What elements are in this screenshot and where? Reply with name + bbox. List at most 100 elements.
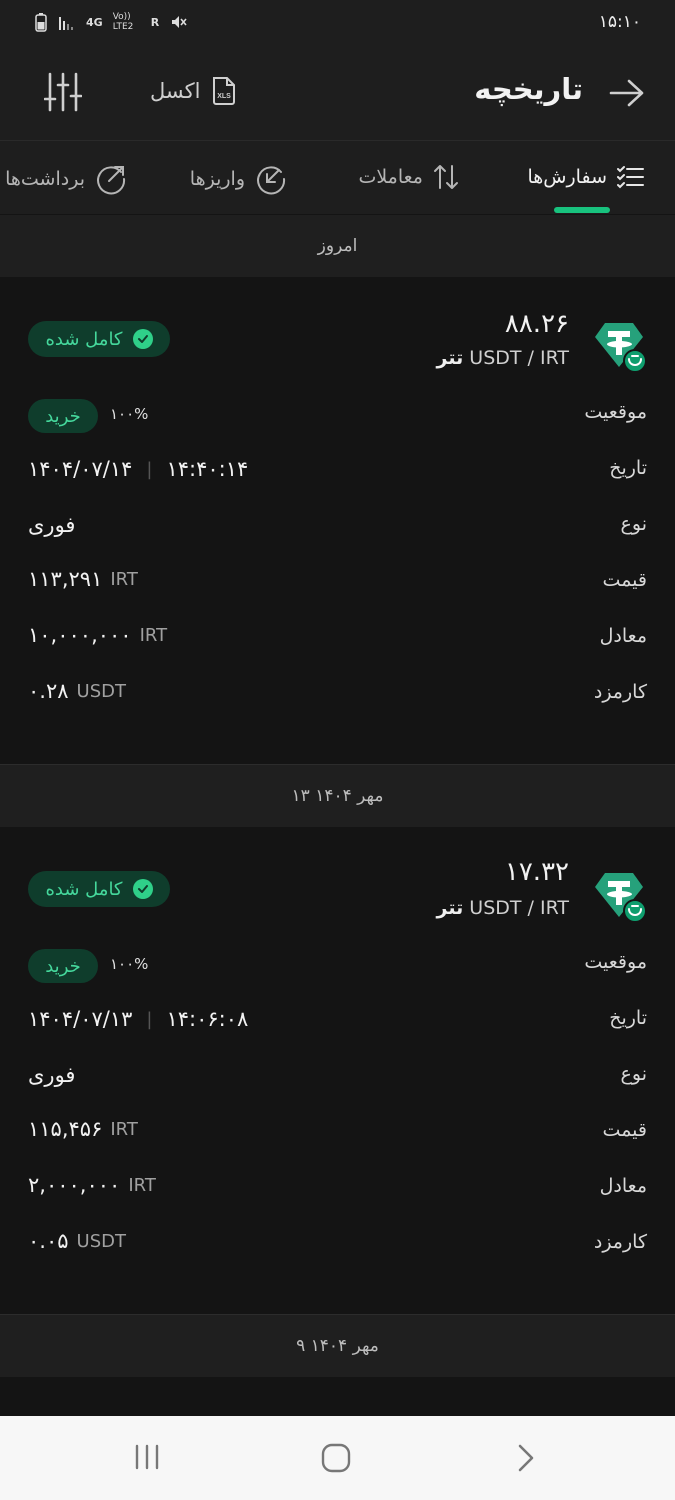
- separator: |: [146, 458, 153, 480]
- status-label: کامل شده: [45, 878, 123, 900]
- excel-label: اکسل: [150, 79, 201, 103]
- status-badge: کامل شده: [28, 871, 170, 907]
- equivalent-label: معادل: [599, 1175, 647, 1197]
- price-value: ۱۱۳,۲۹۱: [28, 567, 103, 591]
- order-fee: ۰.۲۸ USDT: [28, 679, 126, 703]
- tab-orders[interactable]: سفارش‌ها: [528, 163, 646, 191]
- price-unit: IRT: [110, 568, 138, 590]
- order-type: فوری: [28, 1063, 76, 1087]
- xls-file-icon: XLS: [213, 77, 236, 105]
- tab-withdrawals[interactable]: برداشت‌ها: [5, 163, 127, 195]
- asset-name: تتر: [436, 347, 464, 369]
- order-card[interactable]: ۸۸.۲۶ تتر USDT / IRT کامل شده موقعیت خری…: [0, 277, 675, 764]
- order-amount: ۸۸.۲۶: [504, 309, 569, 339]
- status-icons: 4G Vo)) LTE2 R: [34, 12, 187, 32]
- tab-orders-label: سفارش‌ها: [527, 166, 608, 188]
- page-title: تاریخچه: [474, 72, 583, 106]
- tab-deposits-label: واریزها: [189, 168, 245, 190]
- recent-apps-icon[interactable]: [132, 1442, 162, 1472]
- fee-label: کارمزد: [593, 681, 647, 703]
- tether-icon: [595, 873, 647, 923]
- roaming-indicator: R: [150, 15, 160, 29]
- tab-deposits[interactable]: واریزها: [190, 163, 287, 195]
- price-unit: IRT: [110, 1118, 138, 1140]
- day-label: امروز: [317, 236, 358, 256]
- type-label: نوع: [620, 1063, 647, 1085]
- tab-withdrawals-label: برداشت‌ها: [5, 168, 85, 190]
- back-chevron-icon[interactable]: [512, 1442, 540, 1474]
- day-header: ۱۳ مهر ۱۴۰۴: [0, 765, 675, 827]
- swap-vertical-icon: [434, 165, 458, 189]
- equivalent-value: ۱۰,۰۰۰,۰۰۰: [28, 623, 132, 647]
- tab-trades-label: معاملات: [358, 166, 423, 188]
- side-badge: خرید: [28, 949, 98, 983]
- order-pair: تتر USDT / IRT: [437, 897, 569, 919]
- network-type: 4G: [86, 15, 103, 29]
- order-time: ۱۴:۰۶:۰۸: [166, 1007, 249, 1031]
- side-badge: خرید: [28, 399, 98, 433]
- order-price: ۱۱۳,۲۹۱ IRT: [28, 567, 138, 591]
- home-icon[interactable]: [320, 1442, 352, 1474]
- day-label: ۱۳ مهر ۱۴۰۴: [291, 786, 384, 806]
- mute-icon: [172, 16, 187, 28]
- equivalent-label: معادل: [599, 625, 647, 647]
- order-type: فوری: [28, 513, 76, 537]
- svg-text:XLS: XLS: [218, 93, 232, 100]
- day-header: امروز: [0, 215, 675, 277]
- date-label: تاریخ: [609, 1007, 647, 1029]
- order-datetime: ۱۴۰۴/۰۷/۱۳ | ۱۴:۰۶:۰۸: [28, 1007, 248, 1031]
- day-header: ۹ مهر ۱۴۰۴: [0, 1315, 675, 1377]
- order-fee: ۰.۰۵ USDT: [28, 1229, 126, 1253]
- fill-percent: ۱۰۰%: [110, 955, 149, 973]
- deposit-arrow-icon: [257, 166, 286, 195]
- type-label: نوع: [620, 513, 647, 535]
- withdraw-arrow-icon: [97, 166, 126, 195]
- tab-trades[interactable]: معاملات: [358, 163, 459, 191]
- system-nav-bar: [0, 1416, 675, 1500]
- order-datetime: ۱۴۰۴/۰۷/۱۴ | ۱۴:۴۰:۱۴: [28, 457, 248, 481]
- back-arrow-icon[interactable]: [609, 76, 645, 110]
- order-date: ۱۴۰۴/۰۷/۱۴: [28, 457, 133, 481]
- status-label: کامل شده: [45, 328, 123, 350]
- date-label: تاریخ: [609, 457, 647, 479]
- check-circle-icon: [132, 879, 153, 899]
- position-label: موقعیت: [584, 951, 647, 973]
- order-time: ۱۴:۴۰:۱۴: [166, 457, 249, 481]
- asset-name: تتر: [436, 897, 464, 919]
- volte-indicator: Vo)) LTE2: [112, 12, 134, 32]
- day-label: ۹ مهر ۱۴۰۴: [296, 1336, 379, 1356]
- order-date: ۱۴۰۴/۰۷/۱۳: [28, 1007, 133, 1031]
- tether-icon: [595, 323, 647, 373]
- price-label: قیمت: [602, 1119, 647, 1141]
- list-check-icon: [617, 166, 644, 189]
- order-card[interactable]: ۱۷.۳۲ تتر USDT / IRT کامل شده موقعیت خری…: [0, 827, 675, 1314]
- equivalent-unit: IRT: [128, 1174, 156, 1196]
- price-value: ۱۱۵,۴۵۶: [28, 1117, 103, 1141]
- fee-value: ۰.۲۸: [28, 679, 69, 703]
- battery-icon: [35, 13, 47, 32]
- signal-icon: [59, 17, 73, 30]
- pair-code: USDT / IRT: [469, 897, 569, 919]
- fee-unit: USDT: [76, 1230, 126, 1252]
- order-equivalent: ۲,۰۰۰,۰۰۰ IRT: [28, 1173, 156, 1197]
- history-tabs: سفارش‌ها معاملات واریزها برداشت‌ها: [0, 140, 675, 214]
- active-tab-indicator: [554, 207, 610, 213]
- price-label: قیمت: [602, 569, 647, 591]
- fee-unit: USDT: [76, 680, 126, 702]
- clock: ۱۵:۱۰: [598, 12, 641, 32]
- equivalent-unit: IRT: [139, 624, 168, 646]
- app-bar: تاریخچه اکسل XLS: [0, 46, 675, 140]
- status-badge: کامل شده: [28, 321, 170, 357]
- order-pair: تتر USDT / IRT: [437, 347, 569, 369]
- order-equivalent: ۱۰,۰۰۰,۰۰۰ IRT: [28, 623, 167, 647]
- status-bar: 4G Vo)) LTE2 R ۱۵:۱۰: [0, 0, 675, 46]
- fee-value: ۰.۰۵: [28, 1229, 69, 1253]
- fill-percent: ۱۰۰%: [110, 405, 149, 423]
- equivalent-value: ۲,۰۰۰,۰۰۰: [28, 1173, 121, 1197]
- order-amount: ۱۷.۳۲: [504, 857, 569, 887]
- separator: |: [146, 1008, 153, 1030]
- excel-export-button[interactable]: اکسل XLS: [150, 76, 238, 106]
- fee-label: کارمزد: [593, 1231, 647, 1253]
- order-price: ۱۱۵,۴۵۶ IRT: [28, 1117, 138, 1141]
- filter-sliders-icon[interactable]: [44, 72, 82, 112]
